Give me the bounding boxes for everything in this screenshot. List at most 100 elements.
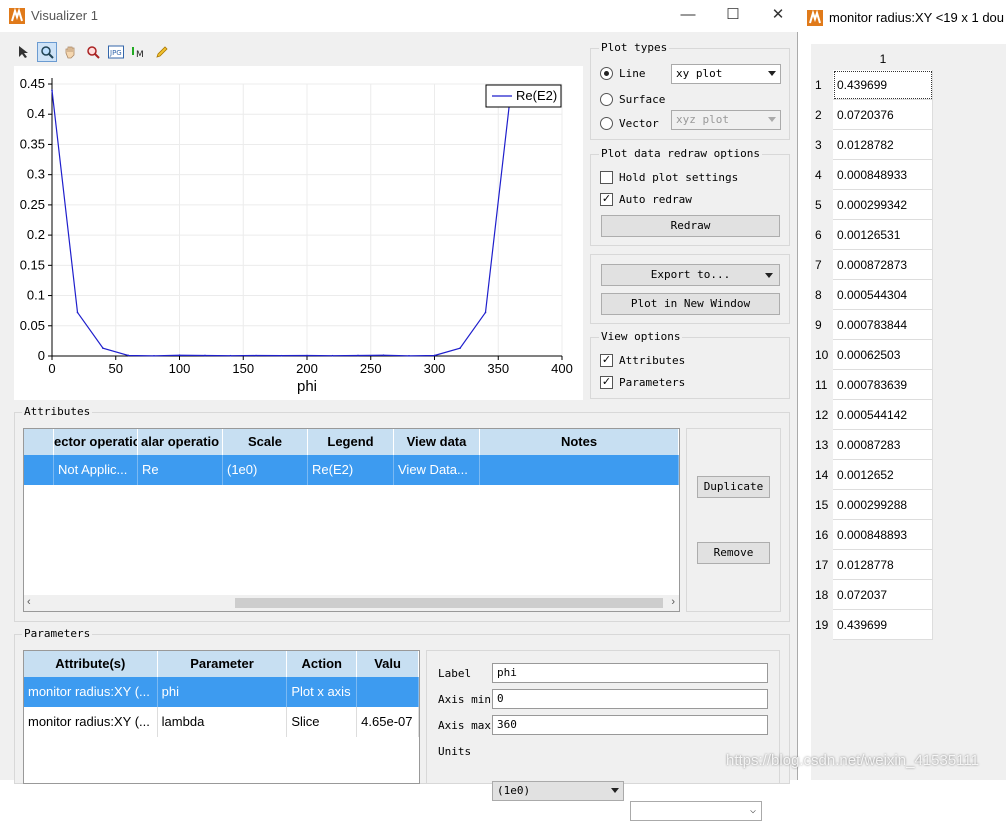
table-row[interactable]: Not Applic... Re (1e0) Re(E2) View Data.… [24, 455, 679, 485]
table-cell[interactable]: Plot x axis [287, 677, 358, 707]
column-header[interactable]: ector operatio [54, 429, 138, 455]
column-header[interactable]: Action [287, 651, 358, 677]
axis-max-field[interactable]: 360 [492, 715, 768, 735]
data-cell[interactable]: 0.000872873 [833, 250, 933, 280]
pan-tool-icon[interactable] [60, 42, 80, 62]
row-number[interactable]: 15 [811, 490, 833, 520]
row-number[interactable]: 5 [811, 190, 833, 220]
table-cell[interactable]: monitor radius:XY (... [24, 707, 158, 737]
label-field[interactable]: phi [492, 663, 768, 683]
data-cell[interactable]: 0.000544142 [833, 400, 933, 430]
row-number[interactable]: 3 [811, 130, 833, 160]
maximize-button[interactable]: ☐ [713, 4, 753, 26]
table-cell[interactable]: phi [157, 677, 288, 707]
attributes-checkbox[interactable]: ✓ Attributes [600, 354, 685, 367]
scroll-left-icon[interactable]: ‹ [27, 596, 31, 608]
column-header[interactable]: Valu [357, 651, 419, 677]
data-cell[interactable]: 0.000783639 [833, 370, 933, 400]
data-cell[interactable]: 0.439699 [833, 610, 933, 640]
minimize-button[interactable]: — [668, 4, 708, 26]
data-cell[interactable]: 0.00126531 [833, 220, 933, 250]
row-number[interactable]: 4 [811, 160, 833, 190]
table-cell[interactable] [357, 677, 419, 707]
zoom-tool-icon[interactable] [37, 42, 57, 62]
row-number[interactable]: 1 [811, 70, 833, 100]
table-cell[interactable]: View Data... [394, 455, 480, 485]
row-number[interactable]: 9 [811, 310, 833, 340]
horizontal-scrollbar[interactable]: ‹ › [24, 595, 679, 611]
remove-button[interactable]: Remove [697, 542, 770, 564]
line-plot-type-select[interactable]: xy plot [671, 64, 781, 84]
row-number[interactable]: 16 [811, 520, 833, 550]
plot-area[interactable]: 0 50 100 150 200 250 300 350 400 0 0.05 0.1 0.15 0.2 0… [14, 66, 583, 400]
table-cell[interactable]: monitor radius:XY (... [24, 677, 158, 707]
row-number[interactable]: 6 [811, 220, 833, 250]
units-select[interactable]: (1e0) [492, 781, 624, 801]
data-cell[interactable]: 0.000299288 [833, 490, 933, 520]
row-number[interactable]: 2 [811, 100, 833, 130]
vector-radio[interactable]: Vector [600, 117, 659, 130]
row-number[interactable]: 13 [811, 430, 833, 460]
duplicate-button[interactable]: Duplicate [697, 476, 770, 498]
auto-redraw-checkbox[interactable]: ✓ Auto redraw [600, 193, 692, 206]
redraw-button[interactable]: Redraw [601, 215, 780, 237]
row-number[interactable]: 18 [811, 580, 833, 610]
pointer-tool-icon[interactable] [14, 42, 34, 62]
column-header[interactable]: Notes [480, 429, 679, 455]
data-cell[interactable]: 0.072037 [833, 580, 933, 610]
data-cell[interactable]: 0.000783844 [833, 310, 933, 340]
column-header[interactable]: Attribute(s) [24, 651, 158, 677]
table-row[interactable]: monitor radius:XY (... phi Plot x axis [24, 677, 419, 707]
data-cell[interactable]: 0.000848933 [833, 160, 933, 190]
row-number[interactable]: 19 [811, 610, 833, 640]
data-cell[interactable]: 0.000848893 [833, 520, 933, 550]
data-cell[interactable]: 0.00087283 [833, 430, 933, 460]
parameters-table[interactable]: Attribute(s) Parameter Action Valu monit… [23, 650, 420, 784]
hold-plot-settings-checkbox[interactable]: Hold plot settings [600, 171, 738, 184]
surface-radio[interactable]: Surface [600, 93, 665, 106]
pencil-tool-icon[interactable] [152, 42, 172, 62]
column-header[interactable]: alar operatio [138, 429, 223, 455]
column-header[interactable]: Parameter [157, 651, 288, 677]
table-cell[interactable]: lambda [158, 707, 288, 737]
scroll-right-icon[interactable]: › [671, 596, 675, 608]
table-cell[interactable]: Not Applic... [54, 455, 138, 485]
column-header[interactable]: Legend [308, 429, 394, 455]
close-button[interactable]: ✕ [758, 4, 798, 26]
row-number[interactable]: 12 [811, 400, 833, 430]
row-number[interactable]: 14 [811, 460, 833, 490]
data-cell[interactable]: 0.00062503 [833, 340, 933, 370]
table-cell[interactable]: Slice [287, 707, 358, 737]
scrollbar-thumb[interactable] [235, 598, 663, 608]
data-cell[interactable]: 0.0720376 [833, 100, 933, 130]
table-cell[interactable]: (1e0) [223, 455, 308, 485]
data-cell[interactable]: 0.0128778 [833, 550, 933, 580]
axis-min-field[interactable]: 0 [492, 689, 768, 709]
plot-in-new-window-button[interactable]: Plot in New Window [601, 293, 780, 315]
table-row[interactable]: monitor radius:XY (... lambda Slice 4.65… [24, 707, 419, 737]
marker-tool-icon[interactable]: M [129, 42, 149, 62]
row-number[interactable]: 7 [811, 250, 833, 280]
column-header[interactable]: Scale [223, 429, 308, 455]
export-to-dropdown[interactable]: Export to... [601, 264, 780, 286]
parameters-checkbox[interactable]: ✓ Parameters [600, 376, 685, 389]
column-header[interactable]: View data [394, 429, 480, 455]
row-number[interactable]: 8 [811, 280, 833, 310]
line-radio[interactable]: Line [600, 67, 646, 80]
row-number[interactable]: 17 [811, 550, 833, 580]
zoom-area-tool-icon[interactable] [83, 42, 103, 62]
data-cell[interactable]: 0.0128782 [833, 130, 933, 160]
data-cell[interactable]: 0.000544304 [833, 280, 933, 310]
table-cell[interactable]: Re(E2) [308, 455, 394, 485]
row-number[interactable]: 11 [811, 370, 833, 400]
table-cell[interactable] [480, 455, 679, 485]
row-number[interactable]: 10 [811, 340, 833, 370]
data-cell[interactable]: 0.439699 [833, 70, 933, 100]
table-cell[interactable]: 4.65e-07 [357, 707, 419, 737]
attributes-table[interactable]: ector operatio alar operatio Scale Legen… [23, 428, 680, 612]
units-secondary-select[interactable]: ⌵ [630, 801, 762, 821]
data-cell[interactable]: 0.000299342 [833, 190, 933, 220]
table-cell[interactable]: Re [138, 455, 223, 485]
data-cell[interactable]: 0.0012652 [833, 460, 933, 490]
export-jpg-tool-icon[interactable]: JPG [106, 42, 126, 62]
